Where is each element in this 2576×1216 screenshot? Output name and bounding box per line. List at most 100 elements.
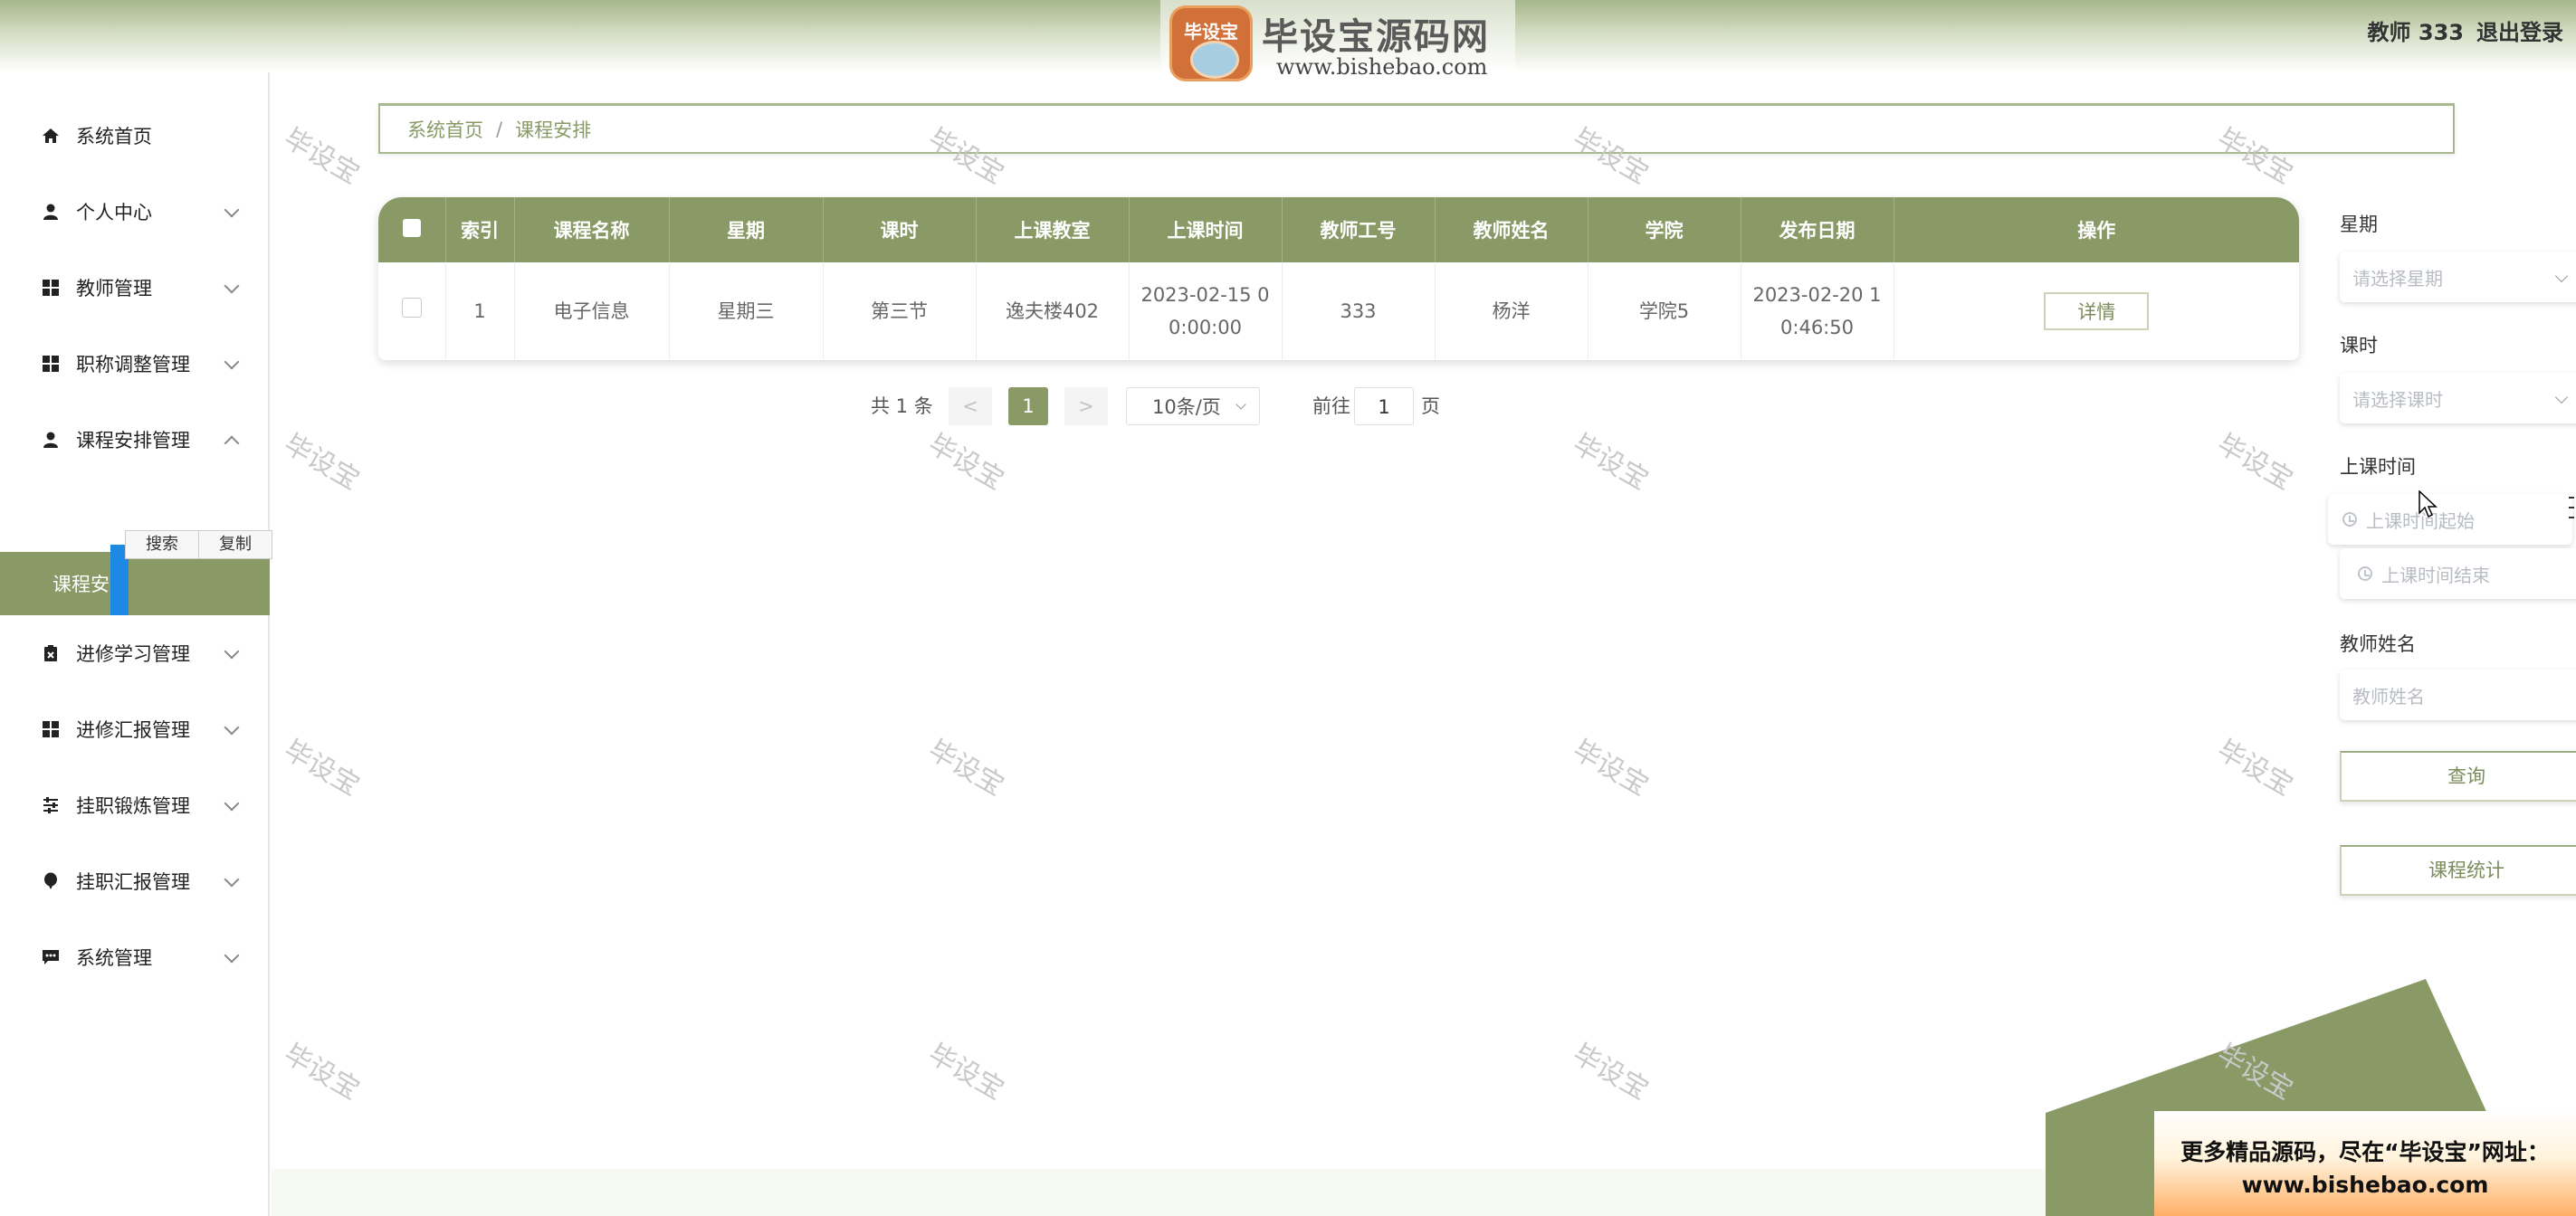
- sidebar-item-label: 系统管理: [76, 947, 152, 969]
- sidebar-item-personal[interactable]: 个人中心: [0, 174, 270, 250]
- breadcrumb-current: 课程安排: [515, 119, 592, 141]
- chevron-down-icon: [224, 947, 240, 964]
- watermark-text: 毕设宝: [278, 734, 365, 803]
- detail-button[interactable]: 详情: [2044, 292, 2150, 330]
- chevron-down-icon: [2554, 390, 2569, 404]
- prev-page-button[interactable]: <: [949, 387, 992, 425]
- sidebar-item-title-adjust[interactable]: 职称调整管理: [0, 326, 270, 402]
- date-line: 2023-02-20 1: [1752, 284, 1882, 306]
- mouse-cursor-icon: [2419, 490, 2438, 518]
- clipboard-icon: [40, 642, 62, 664]
- logo-badge-icon: 毕设宝: [1169, 5, 1253, 81]
- date-line: 0:46:50: [1780, 317, 1854, 338]
- sidebar-item-label: 教师管理: [76, 278, 152, 299]
- period-select[interactable]: 请选择课时: [2340, 373, 2576, 423]
- time-line: 2023-02-15 0: [1140, 284, 1270, 306]
- chevron-down-icon: [224, 795, 240, 812]
- table-row: 1 电子信息 星期三 第三节 逸夫楼402 2023-02-15 0 0:00:0…: [378, 262, 2299, 360]
- watermark-text: 毕设宝: [278, 1038, 365, 1107]
- query-button[interactable]: 查询: [2340, 751, 2576, 802]
- column-header: 上课时间: [1129, 197, 1283, 262]
- index-cell: 1: [445, 262, 515, 360]
- weekday-placeholder: 请选择星期: [2352, 267, 2443, 290]
- sidebar-item-attachment-report[interactable]: 挂职汇报管理: [0, 843, 270, 919]
- context-menu: 搜索 复制: [125, 530, 272, 559]
- goto-suffix: 页: [1421, 395, 1440, 417]
- teacher-name-input[interactable]: 教师姓名: [2340, 670, 2576, 720]
- sidebar-item-study-report[interactable]: 进修汇报管理: [0, 691, 270, 767]
- column-header: 索引: [445, 197, 515, 262]
- column-header: 操作: [1894, 197, 2299, 262]
- context-search-button[interactable]: 搜索: [126, 531, 199, 558]
- page-size-value: 10条/页: [1152, 396, 1221, 418]
- chevron-down-icon: [224, 354, 240, 370]
- site-logo: 毕设宝 毕设宝源码网 www.bishebao.com: [1160, 0, 1515, 83]
- promo-banner: 更多精品源码，尽在“毕设宝”网址： www.bishebao.com: [2154, 1111, 2576, 1216]
- sidebar-item-course-schedule[interactable]: 课程安排管理: [0, 402, 270, 478]
- sidebar-item-teachers[interactable]: 教师管理: [0, 250, 270, 326]
- sidebar-item-label: 挂职汇报管理: [76, 871, 190, 893]
- sidebar-item-label: 课程安排管理: [76, 430, 190, 451]
- promo-url: www.bishebao.com: [2241, 1172, 2489, 1198]
- total-count: 共 1 条: [871, 395, 933, 417]
- select-all-cell: [378, 197, 446, 262]
- time-end-input[interactable]: 上课时间结束: [2340, 548, 2576, 599]
- user-label[interactable]: 教师 333: [2368, 20, 2464, 45]
- logo-url: www.bishebao.com: [1276, 54, 1488, 80]
- watermark-text: 毕设宝: [2211, 428, 2298, 497]
- context-copy-button[interactable]: 复制: [199, 531, 272, 558]
- watermark-text: 毕设宝: [1567, 1038, 1654, 1107]
- sidebar-item-home[interactable]: 系统首页: [0, 98, 270, 174]
- page-number-button[interactable]: 1: [1008, 387, 1048, 425]
- sidebar-item-attachment[interactable]: 挂职锻炼管理: [0, 767, 270, 843]
- course-stats-button[interactable]: 课程统计: [2340, 845, 2576, 896]
- column-header: 学院: [1588, 197, 1741, 262]
- date-cell: 2023-02-20 1 0:46:50: [1741, 262, 1894, 360]
- grid-icon: [40, 718, 62, 740]
- period-cell: 第三节: [823, 262, 977, 360]
- sidebar-subitem-course-schedule[interactable]: 课程安排: [0, 552, 270, 615]
- chevron-down-icon: [224, 643, 240, 660]
- sidebar-item-label: 挂职锻炼管理: [76, 795, 190, 817]
- row-select-cell: [378, 262, 446, 360]
- room-cell: 逸夫楼402: [976, 262, 1130, 360]
- sidebar-item-label: 职称调整管理: [76, 354, 190, 375]
- watermark-text: 毕设宝: [922, 428, 1009, 497]
- next-page-button[interactable]: >: [1064, 387, 1108, 425]
- person-icon: [40, 201, 62, 223]
- promo-line: 更多精品源码，尽在“毕设宝”网址：: [2180, 1139, 2550, 1165]
- page-size-select[interactable]: 10条/页: [1126, 387, 1260, 425]
- sidebar-item-study[interactable]: 进修学习管理: [0, 615, 270, 691]
- course-cell: 电子信息: [514, 262, 670, 360]
- chevron-down-icon: [2554, 269, 2569, 283]
- breadcrumb-home[interactable]: 系统首页: [407, 116, 483, 143]
- watermark-text: 毕设宝: [278, 122, 365, 191]
- column-header: 教师工号: [1282, 197, 1436, 262]
- sidebar-item-label: 个人中心: [76, 202, 152, 223]
- column-header: 发布日期: [1741, 197, 1894, 262]
- chevron-up-icon: [224, 435, 240, 451]
- home-icon: [40, 125, 62, 147]
- logout-link[interactable]: 退出登录: [2476, 20, 2563, 45]
- person-icon: [40, 429, 62, 451]
- watermark-text: 毕设宝: [1567, 428, 1654, 497]
- logo-face-icon: [1190, 41, 1239, 79]
- chat-icon: [40, 946, 62, 968]
- goto-page-input[interactable]: 1: [1354, 387, 1414, 425]
- sidebar-item-system[interactable]: 系统管理: [0, 919, 270, 995]
- weekday-select[interactable]: 请选择星期: [2340, 252, 2576, 302]
- breadcrumb: 系统首页 / 课程安排: [378, 103, 2455, 154]
- class-time-label: 上课时间: [2340, 456, 2416, 478]
- teacher-name-cell: 杨洋: [1435, 262, 1589, 360]
- watermark-text: 毕设宝: [278, 428, 365, 497]
- row-checkbox[interactable]: [401, 298, 422, 318]
- table-header-row: 索引 课程名称 星期 课时 上课教室 上课时间 教师工号 教师姓名 学院 发布日…: [378, 197, 2299, 262]
- time-start-input[interactable]: 上课时间起始: [2328, 494, 2572, 545]
- column-header: 课程名称: [514, 197, 670, 262]
- column-header: 教师姓名: [1435, 197, 1589, 262]
- watermark-text: 毕设宝: [1567, 734, 1654, 803]
- time-line: 0:00:00: [1169, 317, 1242, 338]
- grid-icon: [40, 353, 62, 375]
- select-all-checkbox[interactable]: [402, 218, 421, 237]
- period-placeholder: 请选择课时: [2352, 388, 2443, 411]
